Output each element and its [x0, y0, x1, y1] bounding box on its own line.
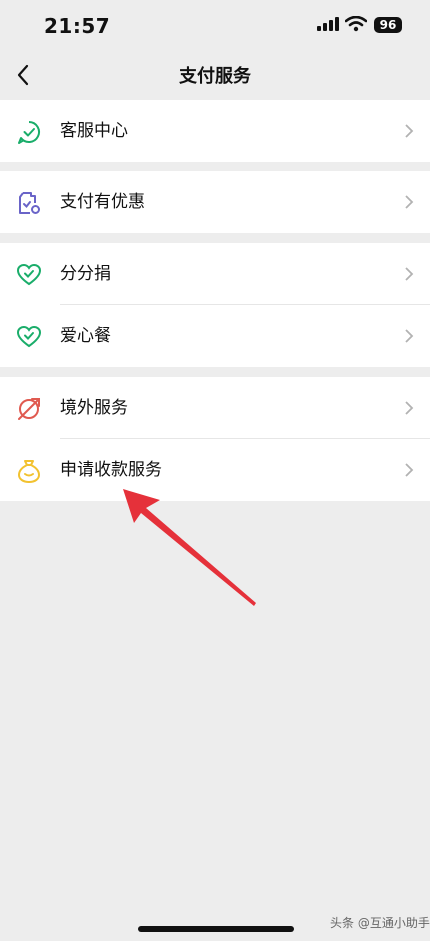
chevron-right-icon [405, 463, 414, 477]
menu-item-charity-meal[interactable]: 爱心餐 [0, 305, 430, 367]
heart-check-icon [16, 263, 42, 286]
chevron-right-icon [405, 195, 414, 209]
chevron-right-icon [405, 329, 414, 343]
menu-item-label: 爱心餐 [60, 326, 111, 346]
customer-service-icon [18, 121, 40, 144]
status-time: 21:57 [44, 14, 111, 38]
chevron-right-icon [405, 401, 414, 415]
watermark: 头条 @互通小助手 [330, 916, 430, 930]
service-group: 分分捐 爱心餐 [0, 243, 430, 367]
home-indicator [138, 926, 294, 932]
cellular-signal-icon [317, 17, 339, 31]
status-bar: 21:57 96 [0, 0, 430, 52]
menu-item-label: 客服中心 [60, 121, 128, 141]
service-group: 客服中心 [0, 100, 430, 162]
menu-item-label: 境外服务 [60, 398, 128, 418]
globe-plane-icon [18, 398, 40, 420]
menu-item-label: 分分捐 [60, 264, 111, 284]
menu-item-payment-discount[interactable]: 支付有优惠 [0, 171, 430, 233]
money-bag-icon [17, 460, 41, 484]
menu-item-label: 支付有优惠 [60, 192, 145, 212]
chevron-right-icon [405, 267, 414, 281]
wifi-icon [345, 16, 367, 32]
heart-check-icon [16, 325, 42, 348]
payment-discount-icon [19, 192, 40, 214]
service-group: 境外服务 申请收款服务 [0, 377, 430, 501]
menu-item-donation[interactable]: 分分捐 [0, 243, 430, 305]
battery-indicator: 96 [374, 17, 402, 33]
menu-item-overseas-service[interactable]: 境外服务 [0, 377, 430, 439]
menu-item-customer-service[interactable]: 客服中心 [0, 100, 430, 162]
menu-item-apply-collection-service[interactable]: 申请收款服务 [0, 439, 430, 501]
page-title: 支付服务 [179, 66, 251, 87]
menu-item-label: 申请收款服务 [60, 460, 162, 480]
nav-bar: 支付服务 [0, 52, 430, 98]
service-group: 支付有优惠 [0, 171, 430, 233]
chevron-right-icon [405, 124, 414, 138]
